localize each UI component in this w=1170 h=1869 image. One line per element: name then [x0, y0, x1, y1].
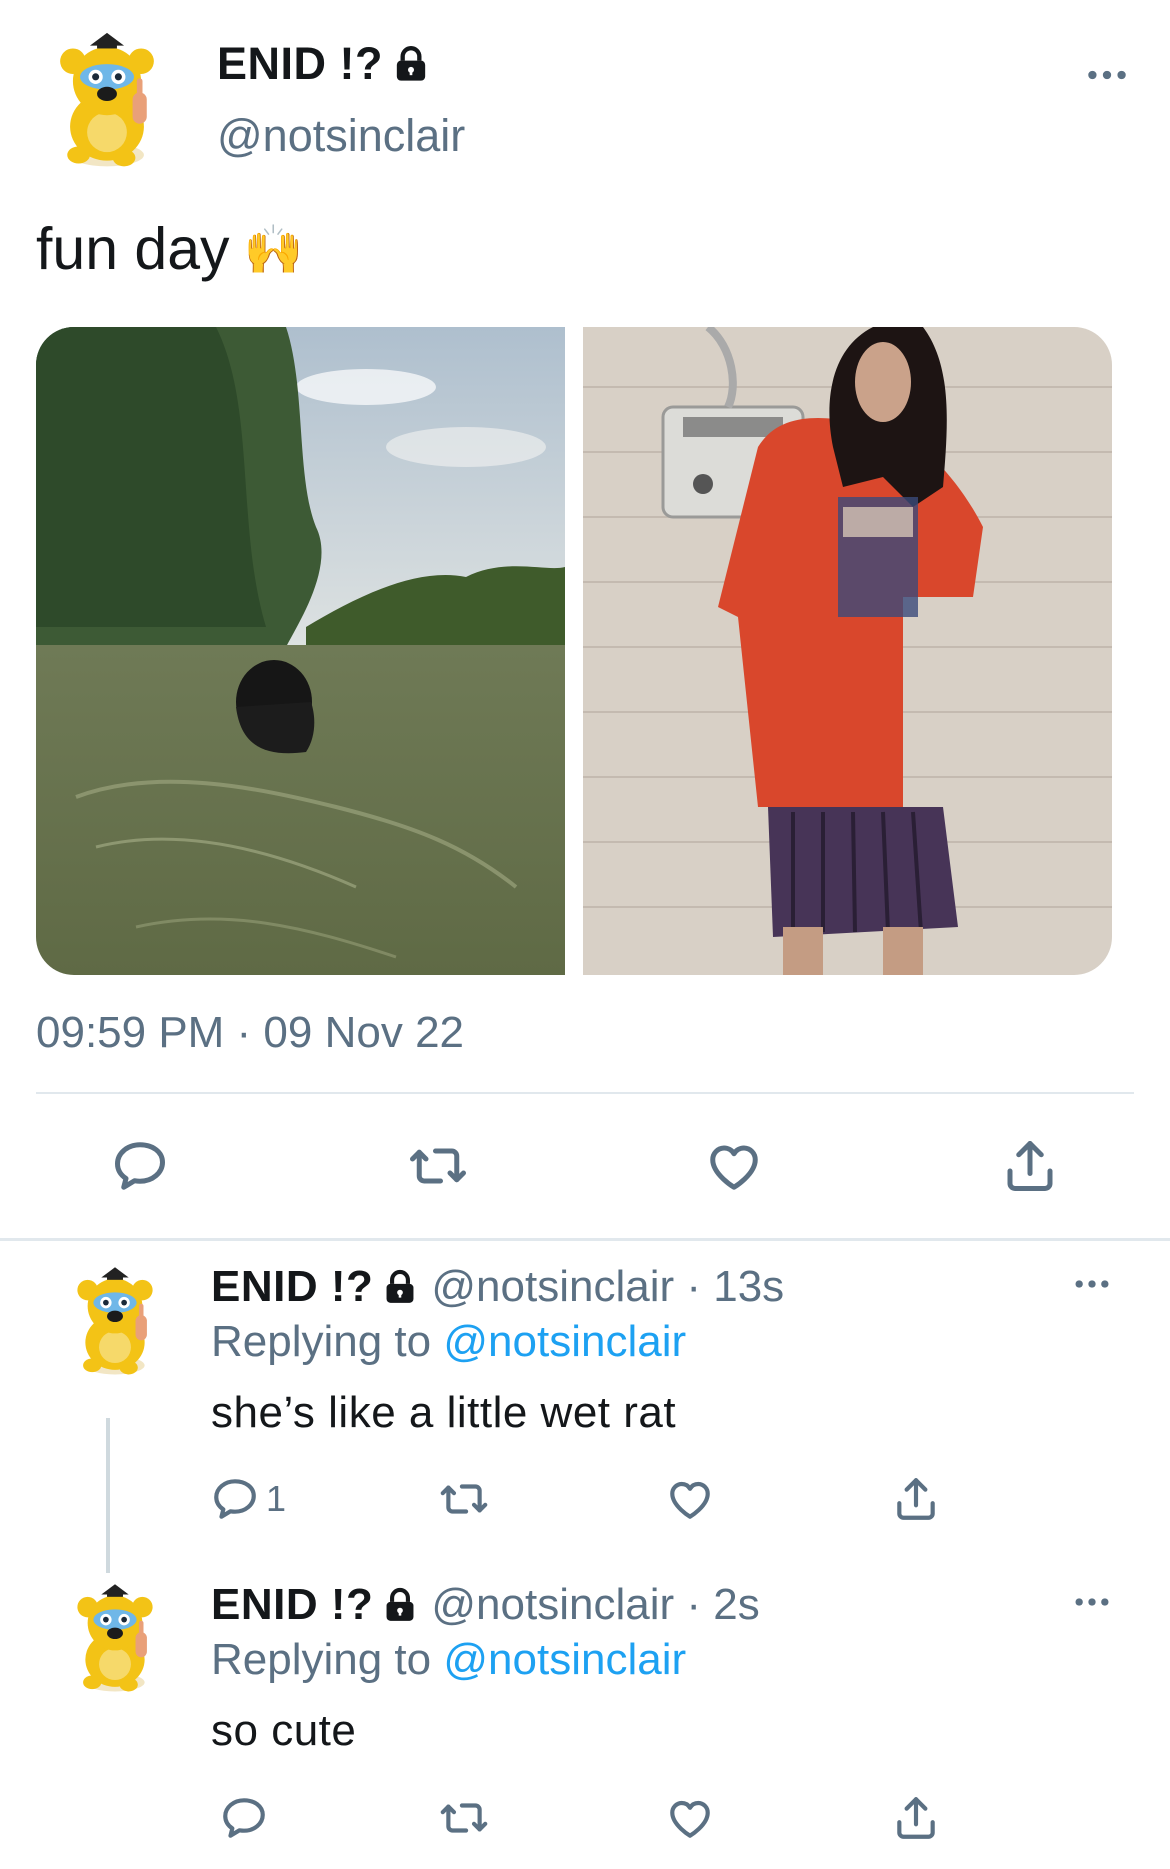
share-icon [891, 1474, 941, 1524]
mention-link[interactable]: @notsinclair [443, 1317, 686, 1366]
handle-time[interactable]: @notsinclair · 2s [431, 1580, 759, 1630]
like-button[interactable] [700, 1132, 768, 1200]
avatar[interactable] [58, 1265, 172, 1379]
share-button[interactable] [996, 1132, 1064, 1200]
heart-icon [704, 1136, 764, 1196]
retweet-icon [439, 1474, 489, 1524]
reply-button[interactable]: 1 [210, 1465, 286, 1533]
display-name[interactable]: ENID !? [217, 38, 431, 90]
mention-link[interactable]: @notsinclair [443, 1635, 686, 1684]
reply-header: ENID !? @notsinclair · 13s [211, 1262, 784, 1312]
retweet-icon [439, 1793, 489, 1843]
tweet-text-body: fun day [36, 216, 230, 282]
lock-icon [381, 1268, 419, 1306]
avatar[interactable] [36, 30, 178, 172]
retweet-button[interactable] [430, 1784, 498, 1852]
reply-button[interactable] [106, 1132, 174, 1200]
more-horizontal-icon[interactable] [1070, 1580, 1114, 1624]
media-photo-river[interactable] [36, 327, 565, 975]
reply-icon [210, 1474, 260, 1524]
display-name-text: ENID !? [217, 38, 383, 89]
tweet-timestamp[interactable]: 09:59 PM · 09 Nov 22 [36, 1008, 464, 1058]
share-button[interactable] [882, 1784, 950, 1852]
more-horizontal-icon[interactable] [1082, 50, 1132, 100]
heart-icon [665, 1793, 715, 1843]
divider [0, 1238, 1170, 1241]
raising-hands-emoji: 🙌 [243, 223, 304, 277]
like-button[interactable] [656, 1784, 724, 1852]
lock-icon [391, 44, 431, 84]
heart-icon [665, 1474, 715, 1524]
media-photo-restroom[interactable] [583, 327, 1112, 975]
display-name[interactable]: ENID !? [211, 1262, 373, 1312]
retweet-icon [408, 1136, 468, 1196]
handle[interactable]: @notsinclair [217, 110, 465, 162]
share-icon [891, 1793, 941, 1843]
media-grid [36, 327, 1112, 975]
reply-button[interactable] [210, 1784, 278, 1852]
lock-icon [381, 1586, 419, 1624]
share-button[interactable] [882, 1465, 950, 1533]
replying-prefix: Replying to [211, 1317, 432, 1366]
thread-line [106, 1418, 110, 1573]
avatar[interactable] [58, 1582, 172, 1696]
reply-count: 1 [266, 1478, 287, 1519]
replying-to: Replying to @notsinclair [211, 1635, 686, 1685]
replying-to: Replying to @notsinclair [211, 1317, 686, 1367]
retweet-button[interactable] [430, 1465, 498, 1533]
replying-prefix: Replying to [211, 1635, 432, 1684]
like-button[interactable] [656, 1465, 724, 1533]
tweet-text: fun day 🙌 [36, 215, 303, 283]
more-horizontal-icon[interactable] [1070, 1262, 1114, 1306]
reply-text: she’s like a little wet rat [211, 1388, 677, 1437]
reply-icon [219, 1793, 269, 1843]
divider [36, 1092, 1134, 1094]
handle-time[interactable]: @notsinclair · 13s [431, 1262, 784, 1312]
display-name[interactable]: ENID !? [211, 1580, 373, 1630]
reply-text: so cute [211, 1706, 357, 1755]
share-icon [1000, 1136, 1060, 1196]
retweet-button[interactable] [404, 1132, 472, 1200]
reply-header: ENID !? @notsinclair · 2s [211, 1580, 760, 1630]
reply-icon [110, 1136, 170, 1196]
